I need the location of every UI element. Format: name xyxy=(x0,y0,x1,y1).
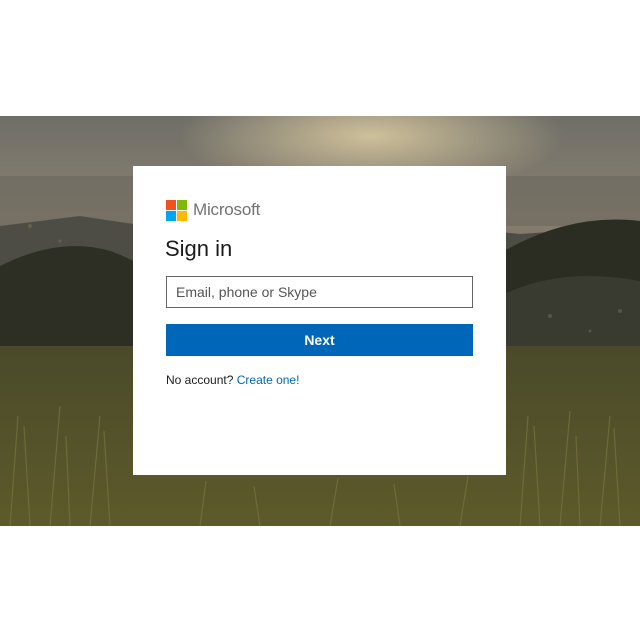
page-title: Sign in xyxy=(165,236,233,261)
no-account-row: No account? Create one! xyxy=(166,372,299,388)
logo-square-green xyxy=(177,199,187,210)
logo-square-blue xyxy=(166,210,176,221)
logo-square-red xyxy=(166,199,176,210)
brand-name: Microsoft xyxy=(193,200,261,219)
create-account-link[interactable]: Create one! xyxy=(237,373,300,387)
next-button[interactable]: Next xyxy=(166,324,473,356)
microsoft-brand: Microsoft xyxy=(166,199,260,221)
logo-square-yellow xyxy=(177,210,187,221)
email-field[interactable] xyxy=(166,276,473,308)
signin-card: Microsoft Sign in Next No account? Creat… xyxy=(133,166,506,475)
no-account-text: No account? xyxy=(166,373,234,387)
microsoft-logo-icon xyxy=(166,199,187,221)
page: Microsoft Sign in Next No account? Creat… xyxy=(0,0,640,640)
